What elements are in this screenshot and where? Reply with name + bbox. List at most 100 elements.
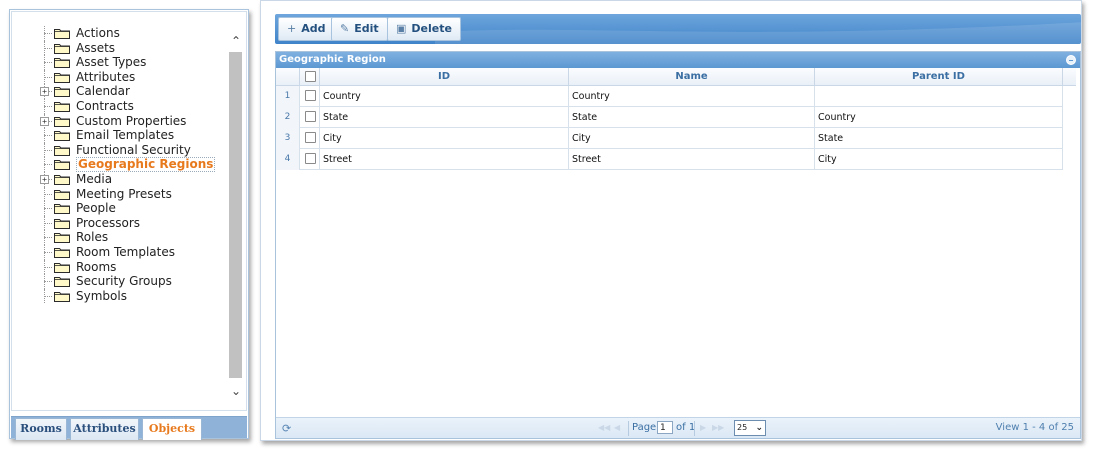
table-row[interactable]: 2 State State Country [276,107,1063,128]
folder-icon [54,72,70,83]
add-button[interactable]: + Add [278,17,335,41]
tree-connector [44,222,52,224]
chevron-down-icon: ⌄ [755,423,763,433]
row-checkbox[interactable] [305,132,316,143]
tree-item-label: Contracts [76,98,134,113]
delete-button[interactable]: ▣ Delete [387,17,461,41]
row-select-cell [300,107,320,128]
folder-icon [54,203,70,215]
geographic-region-grid: Geographic Region ID Name Parent ID 1 Cou… [275,51,1081,439]
folder-icon [54,174,70,185]
folder-icon [54,28,70,39]
scroll-thumb[interactable] [229,52,242,378]
tree-item-label: Room Templates [76,244,175,259]
expand-icon[interactable]: + [40,174,49,184]
trash-icon: ▣ [396,22,407,35]
folder-icon [54,262,70,273]
tree-item-label: Assets [76,40,116,55]
tree-connector [44,251,52,253]
cell-id: Street [320,149,569,170]
tree-item-label: Attributes [76,69,136,84]
folder-icon [54,57,70,69]
folder-icon [54,86,70,98]
cell-name: Street [569,149,815,170]
column-header-id[interactable]: ID [320,68,569,86]
cell-id: City [320,128,569,149]
cell-name: State [569,107,815,128]
pager-separator [628,421,629,436]
row-checkbox[interactable] [305,90,316,101]
tree-connector [44,193,52,195]
folder-icon [54,218,70,229]
select-all-checkbox[interactable] [305,71,316,82]
row-checkbox[interactable] [305,153,316,164]
tree-scrollbar[interactable]: ⌃ ⌄ [229,34,243,406]
folder-icon [54,232,70,244]
tree-item-label: Roles [76,230,109,245]
select-all-header [300,68,320,86]
page-label: Page [632,422,657,433]
row-number: 4 [276,149,300,170]
scroll-down-icon[interactable]: ⌄ [229,384,243,400]
table-row[interactable]: 1 Country Country [276,86,1063,107]
tree-connector [44,76,52,78]
object-tree-panel: Actions Assets Asset Types Attributes + Calen… [9,9,249,440]
cell-id: Country [320,86,569,107]
scroll-up-icon[interactable]: ⌃ [229,34,243,50]
column-header-name[interactable]: Name [569,68,815,86]
tab-attributes[interactable]: Attributes [70,418,139,440]
tree-view: Actions Assets Asset Types Attributes + Calen… [11,11,247,411]
tree-connector [44,266,52,268]
pager-separator [694,421,695,436]
edit-button-label: Edit [354,22,379,35]
grid-title-text: Geographic Region [279,54,386,65]
cell-id: State [320,107,569,128]
table-row[interactable]: 4 Street Street City [276,149,1063,170]
tree-connector [44,62,52,64]
first-page-icon[interactable]: ◀◀ [598,423,610,432]
folder-icon [54,145,70,156]
tree-connector [44,105,52,107]
cell-name: City [569,128,815,149]
toolbar-wave-decoration [435,22,1081,44]
rownum-header [276,68,300,86]
table-row[interactable]: 3 City City State [276,128,1063,149]
grid-title: Geographic Region [276,52,1080,68]
pencil-icon: ✎ [340,22,350,35]
app-window: Actions Assets Asset Types Attributes + Calen… [0,0,1095,453]
row-select-cell [300,128,320,149]
refresh-icon[interactable]: ⟳ [282,422,291,435]
tree-connector [44,135,52,137]
tree-item-label: Custom Properties [76,113,187,128]
expand-icon[interactable]: + [40,116,49,126]
page-size-select[interactable]: 25 ⌄ [734,420,766,436]
column-header-parent-id[interactable]: Parent ID [815,68,1063,86]
tab-rooms[interactable]: Rooms [15,418,67,440]
cell-parent-id: Country [815,107,1063,128]
tree-item-label: Media [76,171,113,186]
grid-header: ID Name Parent ID [276,68,1076,86]
page-number-input[interactable] [657,421,673,434]
tree-connector [44,237,52,239]
last-page-icon[interactable]: ▶▶ [712,423,724,432]
tree-connector [44,149,52,151]
tab-objects[interactable]: Objects [142,418,202,440]
tree-item-label: Security Groups [76,274,172,289]
prev-page-icon[interactable]: ◀ [614,423,620,432]
edit-button[interactable]: ✎ Edit [331,17,388,41]
delete-button-label: Delete [411,22,452,35]
expand-icon[interactable]: + [40,87,49,97]
next-page-icon[interactable]: ▶ [700,423,706,432]
row-checkbox[interactable] [305,111,316,122]
tree-item-label: Actions [76,26,120,40]
tree-item-label: Calendar [76,84,130,99]
tree-item-label: Functional Security [76,142,191,157]
row-number: 3 [276,128,300,149]
cell-parent-id [815,86,1063,107]
tree-item-label: Geographic Regions [76,157,216,172]
folder-icon [54,276,70,288]
row-number: 1 [276,86,300,107]
page-size-value: 25 [737,423,748,432]
folder-icon [54,43,70,54]
collapse-icon[interactable] [1066,55,1076,65]
